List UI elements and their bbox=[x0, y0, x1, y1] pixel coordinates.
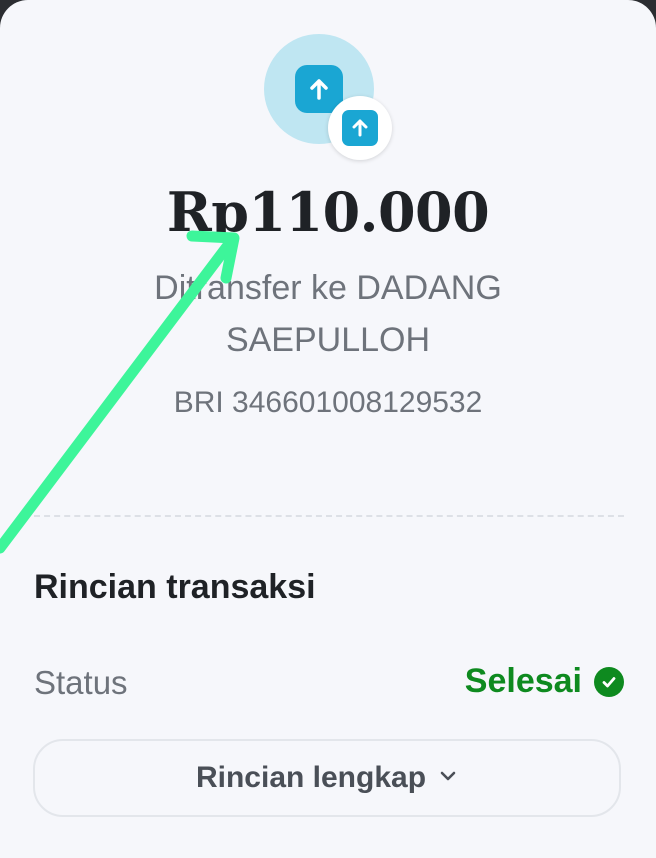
status-label: Status bbox=[34, 664, 128, 701]
section-title: Rincian transaksi bbox=[34, 568, 316, 606]
chevron-down-icon bbox=[438, 769, 458, 788]
check-circle-icon bbox=[594, 666, 624, 697]
transaction-detail-card: Rp110.000 Ditransfer ke DADANG SAEPULLOH… bbox=[0, 0, 656, 858]
transfer-amount: Rp110.000 bbox=[166, 180, 490, 244]
status-value: Selesai bbox=[465, 662, 624, 701]
full-details-button[interactable]: Rincian lengkap bbox=[33, 739, 621, 817]
transfer-badge bbox=[328, 96, 392, 160]
transfer-out-icon bbox=[342, 110, 378, 146]
full-details-label: Rincian lengkap bbox=[195, 761, 427, 794]
status-text: Selesai bbox=[464, 662, 582, 700]
account-number: BRI 346601008129532 bbox=[173, 386, 483, 419]
recipient-text: Ditransfer ke DADANG SAEPULLOH bbox=[154, 269, 502, 359]
dashed-divider bbox=[34, 515, 624, 517]
